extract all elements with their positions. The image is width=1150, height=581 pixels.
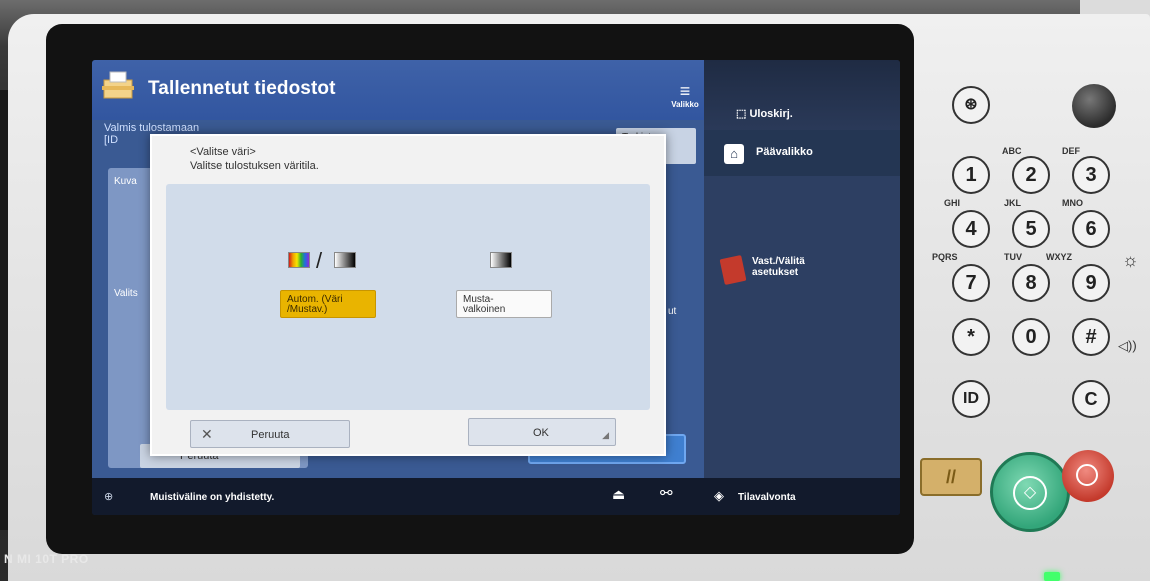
menu-icon: ≡ (679, 81, 691, 101)
key-hash[interactable]: # (1072, 318, 1110, 356)
key-counter[interactable]: ⊛ (952, 86, 990, 124)
key-star[interactable]: * (952, 318, 990, 356)
key-clear[interactable]: C (1072, 380, 1110, 418)
key-1[interactable]: 1 (952, 156, 990, 194)
dialog-title: <Valitse väri> (190, 146, 256, 158)
logout-icon: ⬚ (736, 108, 750, 120)
stop-icon (1076, 464, 1098, 486)
key-9[interactable]: 9 (1072, 264, 1110, 302)
left-frame (0, 90, 8, 530)
key-4[interactable]: 4 (952, 210, 990, 248)
ok-button[interactable]: OK ◢ (468, 418, 616, 446)
photo-scene: Tallennetut tiedostot ≡ Valikko ⬚ Uloski… (0, 0, 1150, 581)
key-6[interactable]: 6 (1072, 210, 1110, 248)
link-icon[interactable]: ⚯ (660, 484, 673, 502)
key-2[interactable]: 2 (1012, 156, 1050, 194)
power-save-button[interactable] (1072, 84, 1116, 128)
brightness-icon[interactable]: ☼ (1122, 250, 1139, 271)
eject-icon[interactable]: ⏏ (612, 486, 625, 503)
dialog-subtitle: Valitse tulostuksen väritila. (190, 160, 319, 172)
close-icon: ✕ (201, 426, 213, 442)
bw-swatch-icon (334, 252, 356, 268)
home-icon: ⌂ (724, 144, 744, 164)
select-color-dialog: <Valitse väri> Valitse tulostuksen värit… (150, 134, 666, 456)
color-swatch-icon (288, 252, 310, 268)
power-led (1044, 572, 1060, 581)
background-fragment: ut (668, 306, 677, 317)
corner-icon: ◢ (602, 430, 609, 440)
stored-files-icon (102, 71, 134, 99)
option-auto-color[interactable]: Autom. (Väri /Mustav.) (280, 290, 376, 318)
key-8[interactable]: 8 (1012, 264, 1050, 302)
page-title: Tallennetut tiedostot (148, 78, 336, 99)
cancel-button[interactable]: ✕ Peruuta (190, 420, 350, 448)
start-icon: ◇ (1013, 476, 1047, 510)
reset-button[interactable]: // (920, 458, 982, 496)
status-message: Muistiväline on yhdistetty. (150, 492, 275, 503)
dialog-options-area: / Autom. (Väri /Mustav.) Musta- valkoine… (166, 184, 650, 410)
slash-icon: / (316, 248, 323, 273)
status-monitor-button[interactable]: Tilavalvonta (738, 492, 796, 503)
key-3[interactable]: 3 (1072, 156, 1110, 194)
key-0[interactable]: 0 (1012, 318, 1050, 356)
header-bar: Tallennetut tiedostot (92, 60, 704, 120)
bw-swatch-icon (490, 252, 512, 268)
info-icon: ⊕ (104, 491, 114, 503)
camera-watermark: N MI 10T PRO (4, 552, 89, 566)
touch-screen: Tallennetut tiedostot ≡ Valikko ⬚ Uloski… (92, 60, 900, 515)
volume-icon[interactable]: ◁)) (1118, 338, 1137, 354)
key-7[interactable]: 7 (952, 264, 990, 302)
key-id[interactable]: ID (952, 380, 990, 418)
sidebar-body (704, 176, 900, 496)
key-5[interactable]: 5 (1012, 210, 1050, 248)
home-button[interactable]: ⌂ Päävalikko (704, 130, 900, 176)
status-monitor-icon: ◈ (714, 488, 724, 503)
logout-button[interactable]: ⬚ Uloskirj. (736, 107, 793, 120)
share-settings-button[interactable]: Vast./Välitä asetukset (752, 256, 805, 278)
option-black-white[interactable]: Musta- valkoinen (456, 290, 552, 318)
